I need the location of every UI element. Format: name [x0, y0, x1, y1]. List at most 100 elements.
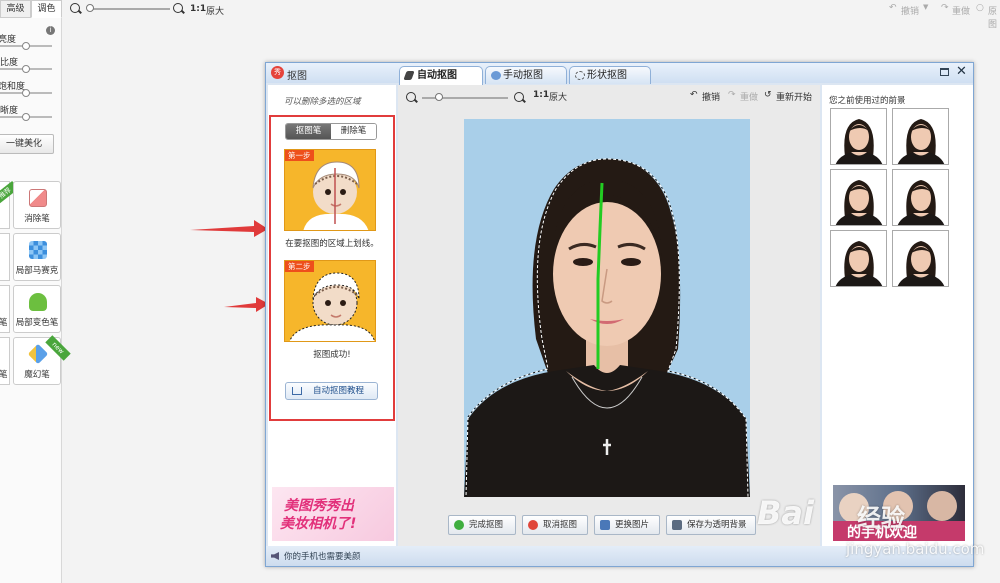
maximize-icon[interactable]	[940, 68, 949, 76]
cancel-cutout-button[interactable]: 取消抠图	[522, 515, 588, 535]
highlight-box: 抠图笔 删除笔 第一步 在要抠图的区域上划线。 第二步 抠图成功! 自动抠图教程	[269, 115, 395, 421]
local-color-pen-tool[interactable]: 局部变色笔	[13, 285, 61, 333]
redo-button[interactable]: 重做	[740, 90, 758, 103]
redo-icon[interactable]: ↷	[941, 3, 949, 13]
history-thumbnail[interactable]	[892, 230, 949, 287]
finish-cutout-button[interactable]: 完成抠图	[448, 515, 516, 535]
zoom-ratio[interactable]: 1:1	[533, 90, 549, 100]
sharpness-slider[interactable]: 清晰度	[0, 103, 62, 125]
one-click-beautify-button[interactable]: 一键美化	[0, 134, 54, 154]
history-thumbnail[interactable]	[830, 169, 887, 226]
baidu-logo-cn: 经验	[857, 504, 905, 532]
watermark-url: jingyan.baidu.com	[846, 540, 985, 558]
history-thumbnail[interactable]	[830, 230, 887, 287]
promo-line1: 美图秀秀出	[284, 498, 354, 514]
change-image-button[interactable]: 更换图片	[594, 515, 660, 535]
step2-tag: 第二步	[285, 261, 314, 272]
tab-manual-cutout[interactable]: 手动抠图	[485, 66, 567, 84]
undo-icon[interactable]: ↶	[889, 3, 897, 13]
brush-icon	[403, 71, 415, 80]
cutout-pen-tab[interactable]: 抠图笔	[286, 124, 331, 139]
tab-label: 形状抠图	[587, 70, 627, 81]
tab-shape-cutout[interactable]: 形状抠图	[569, 66, 651, 84]
step1-caption: 在要抠图的区域上划线。	[285, 239, 379, 249]
baidu-logo: Bai	[757, 494, 814, 532]
save-icon	[672, 520, 682, 530]
handwritten-hint: 可以删除多选的区域	[284, 97, 361, 107]
eraser-pen-tool[interactable]: 消除笔	[13, 181, 61, 229]
contrast-slider[interactable]: 对比度	[0, 55, 62, 77]
app-logo-icon: 秀	[271, 66, 284, 79]
brightness-label: 亮度	[0, 35, 17, 45]
manual-icon	[491, 71, 501, 80]
step2-illustration: 第二步	[284, 260, 376, 342]
zoom-in-icon[interactable]	[514, 92, 524, 102]
canvas-toolbar: 1:1 原大 ↶ 撤销 ↷ 重做 ↺ 重新开始	[398, 85, 820, 107]
tool-label: 局部变色笔	[15, 318, 59, 328]
slider-knob[interactable]	[22, 89, 30, 97]
tab-label: 自动抠图	[417, 70, 457, 81]
delete-pen-tab[interactable]: 删除笔	[331, 124, 376, 139]
tab-color[interactable]: 调色	[31, 0, 62, 18]
status-text[interactable]: 你的手机也需要美颜	[284, 550, 361, 562]
auto-cutout-tutorial-button[interactable]: 自动抠图教程	[285, 382, 378, 400]
slider-knob[interactable]	[22, 42, 30, 50]
dialog-title: 抠图	[287, 71, 307, 82]
zoom-knob[interactable]	[86, 4, 94, 12]
tool-label: 局部马赛克	[15, 266, 59, 276]
zoom-in-icon[interactable]	[173, 3, 183, 13]
cutout-guide-panel: 可以删除多选的区域 抠图笔 删除笔 第一步 在要抠图的区域上划线。 第二步 抠图…	[268, 85, 396, 546]
local-mosaic-tool[interactable]: 局部马赛克	[13, 233, 61, 281]
arrow-icon	[224, 297, 269, 312]
pen-switch: 抠图笔 删除笔	[285, 123, 377, 140]
image-icon	[600, 520, 610, 530]
cutout-canvas: 1:1 原大 ↶ 撤销 ↷ 重做 ↺ 重新开始 完成抠图 取消抠图 更换图片 保…	[398, 85, 820, 546]
restart-button[interactable]: 重新开始	[776, 90, 812, 103]
history-thumbnail[interactable]	[830, 108, 887, 165]
step1-tag: 第一步	[285, 150, 314, 161]
original-size-button[interactable]: 原大	[206, 4, 224, 17]
top-toolbar: 1:1 原大 ↶ 撤销 ▼ ↷ 重做 ○ 原图	[62, 0, 1000, 30]
zoom-out-icon[interactable]	[70, 3, 80, 13]
promo-banner[interactable]: 美图秀秀出 美妆相机了!	[272, 487, 394, 541]
slider-knob[interactable]	[22, 113, 30, 121]
left-adjust-panel: 高级 调色 i 亮度 对比度 色彩饱和度 清晰度 一键美化 推荐 消除笔 局部马…	[0, 0, 71, 583]
step1-illustration: 第一步	[284, 149, 376, 231]
slider-knob[interactable]	[22, 65, 30, 73]
step2-caption: 抠图成功!	[313, 350, 351, 360]
saturation-slider[interactable]: 色彩饱和度	[0, 79, 62, 101]
redo-button[interactable]: 重做	[952, 4, 970, 17]
brightness-slider[interactable]: 亮度	[0, 32, 62, 54]
undo-button[interactable]: 撤销	[901, 4, 919, 17]
tab-advanced[interactable]: 高级	[0, 0, 31, 18]
zoom-out-icon[interactable]	[406, 92, 416, 102]
reset-icon[interactable]: ○	[976, 3, 984, 13]
reset-button[interactable]: 原图	[988, 4, 1000, 30]
speaker-icon	[271, 552, 279, 560]
history-thumbnail[interactable]	[892, 108, 949, 165]
redo-icon[interactable]: ↷	[728, 90, 736, 100]
tool-label: 消除笔	[24, 214, 50, 224]
arrow-icon	[190, 220, 268, 237]
sharpness-label: 清晰度	[0, 106, 19, 116]
dialog-titlebar[interactable]: 秀 抠图 自动抠图 手动抠图 形状抠图 ✕	[266, 63, 973, 85]
canvas-zoom-knob[interactable]	[435, 93, 444, 101]
close-icon[interactable]: ✕	[956, 65, 967, 79]
tool-label: 笔	[0, 318, 8, 328]
button-label: 取消抠图	[543, 520, 578, 530]
chevron-down-icon[interactable]: ▼	[923, 3, 928, 11]
zoom-ratio[interactable]: 1:1	[190, 4, 206, 14]
original-size-button[interactable]: 原大	[549, 90, 567, 103]
tool-tile-cut[interactable]	[0, 233, 10, 281]
undo-icon[interactable]: ↶	[690, 90, 698, 100]
check-icon	[454, 520, 464, 530]
history-thumbnail[interactable]	[892, 169, 949, 226]
tool-tile-cut[interactable]: 笔	[0, 337, 10, 385]
portrait-photo[interactable]	[464, 119, 750, 497]
zoom-slider[interactable]	[88, 8, 170, 10]
save-transparent-button[interactable]: 保存为透明背景	[666, 515, 756, 535]
tab-auto-cutout[interactable]: 自动抠图	[399, 66, 483, 85]
restart-icon[interactable]: ↺	[764, 90, 772, 100]
undo-button[interactable]: 撤销	[702, 90, 720, 103]
tool-tile-cut[interactable]: 笔	[0, 285, 10, 333]
